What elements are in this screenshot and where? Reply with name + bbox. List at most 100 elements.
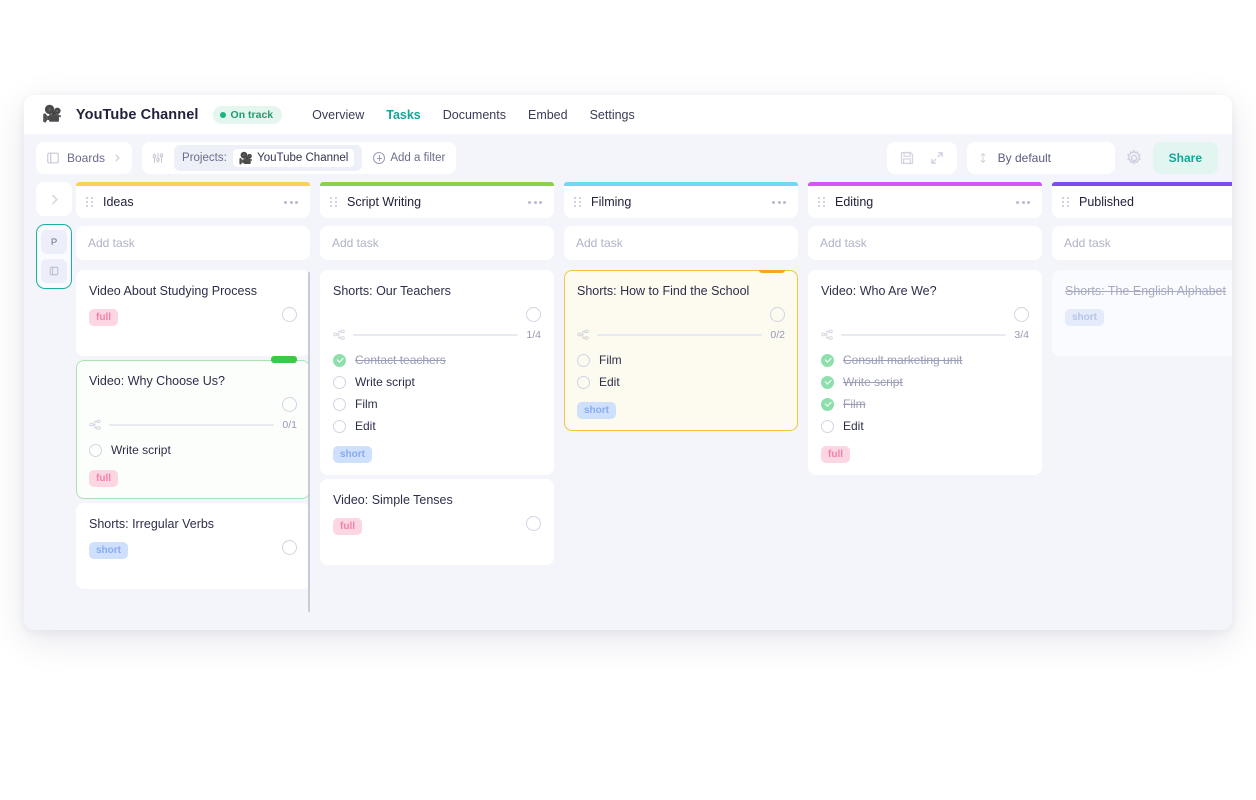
subtask-checkbox[interactable] [821,376,834,389]
subtask-list: Consult marketing unit Write script Film Ed… [821,349,1029,437]
drag-handle-icon[interactable] [1062,197,1070,208]
tag-short[interactable]: short [333,446,372,463]
drag-handle-icon[interactable] [330,197,338,208]
expand-icon[interactable] [929,150,945,166]
column-card-list: Shorts: The English Alphabetshort [1052,270,1232,630]
subtask-checkbox[interactable] [821,398,834,411]
subtask-item[interactable]: Edit [821,415,1029,437]
column-menu-button[interactable] [770,197,788,208]
rail-expand-button[interactable] [36,182,72,216]
tag-full[interactable]: full [89,470,118,487]
add-task-input[interactable]: Add task [808,226,1042,260]
subtask-item[interactable]: Film [333,393,541,415]
tab-embed[interactable]: Embed [528,106,568,124]
rail-avatar-p[interactable]: P [41,230,67,254]
column-header: Editing [808,186,1042,218]
subtask-checkbox[interactable] [577,376,590,389]
task-complete-checkbox[interactable] [282,307,297,322]
add-task-input[interactable]: Add task [564,226,798,260]
tag-full[interactable]: full [89,309,118,326]
subtask-item[interactable]: Edit [577,371,785,393]
task-complete-checkbox[interactable] [1014,307,1029,322]
add-task-input[interactable]: Add task [1052,226,1232,260]
task-card[interactable]: Video: Who Are We?3/4Consult marketing u… [808,270,1042,475]
task-card[interactable]: Video: Why Choose Us?0/1Write scriptfull [76,360,310,499]
plus-circle-icon [373,152,385,164]
task-card[interactable]: Shorts: Irregular Verbsshort [76,503,310,589]
subtask-checkbox[interactable] [333,354,346,367]
task-card-title: Shorts: Our Teachers [333,283,541,300]
task-complete-checkbox[interactable] [526,516,541,531]
task-complete-checkbox[interactable] [770,307,785,322]
task-complete-checkbox[interactable] [282,397,297,412]
subtask-item[interactable]: Write script [821,371,1029,393]
tag-short[interactable]: short [577,402,616,419]
subtask-checkbox[interactable] [333,420,346,433]
subtask-item[interactable]: Write script [333,371,541,393]
subtask-item[interactable]: Film [821,393,1029,415]
drag-handle-icon[interactable] [818,197,826,208]
tab-documents[interactable]: Documents [443,106,506,124]
subtask-checkbox[interactable] [821,420,834,433]
subtasks-icon [333,329,345,341]
projects-filter-value-label: YouTube Channel [257,152,348,164]
add-task-input[interactable]: Add task [320,226,554,260]
subtask-item[interactable]: Contact teachers [333,349,541,371]
subtask-item[interactable]: Consult marketing unit [821,349,1029,371]
card-peek-indicator [759,270,785,273]
main-nav: Overview Tasks Documents Embed Settings [312,106,635,124]
task-complete-checkbox[interactable] [526,307,541,322]
tag-short[interactable]: short [1065,309,1104,326]
save-icon[interactable] [899,150,915,166]
filter-sliders-icon[interactable] [151,151,165,165]
share-button[interactable]: Share [1153,142,1218,174]
subtask-item[interactable]: Edit [333,415,541,437]
tag-list: full [89,309,297,326]
task-card[interactable]: Video About Studying Processfull [76,270,310,356]
subtask-checkbox[interactable] [333,398,346,411]
task-card[interactable]: Shorts: How to Find the School0/2FilmEdi… [564,270,798,431]
column-title: Filming [591,195,761,209]
tab-tasks[interactable]: Tasks [386,106,421,124]
tag-list: short [577,402,785,419]
task-card[interactable]: Video: Simple Tensesfull [320,479,554,565]
column-header: Script Writing [320,186,554,218]
subtask-checkbox[interactable] [333,376,346,389]
add-task-input[interactable]: Add task [76,226,310,260]
tag-list: full [821,446,1029,463]
subtask-checkbox[interactable] [89,444,102,457]
tab-overview[interactable]: Overview [312,106,364,124]
subtask-checkbox[interactable] [821,354,834,367]
task-card[interactable]: Shorts: The English Alphabetshort [1052,270,1232,356]
subtask-checkbox[interactable] [577,354,590,367]
projects-filter-chip[interactable]: Projects: 🎥 YouTube Channel [174,145,362,171]
tag-short[interactable]: short [89,542,128,559]
sort-selector[interactable]: By default [967,142,1115,174]
tag-full[interactable]: full [333,518,362,535]
column-menu-button[interactable] [526,197,544,208]
gear-icon[interactable] [1125,149,1143,167]
boards-button[interactable]: Boards [36,142,132,174]
task-complete-checkbox[interactable] [282,540,297,555]
drag-handle-icon[interactable] [86,197,94,208]
page-title: YouTube Channel [76,107,199,123]
subtask-label: Contact teachers [355,353,446,367]
boards-label: Boards [67,151,105,165]
rail-board-icon[interactable] [41,259,67,283]
subtask-label: Write script [843,375,903,389]
subtask-item[interactable]: Film [577,349,785,371]
subtask-label: Edit [843,419,864,433]
column-menu-button[interactable] [1014,197,1032,208]
app-header: 🎥 YouTube Channel On track OverviewTasks… [24,95,1232,134]
column-scrollbar[interactable] [308,272,311,612]
column-filming: Filming Add task Shorts: How to Find the S… [564,182,798,630]
subtask-item[interactable]: Write script [89,439,297,461]
subtask-list: Contact teachers Write script FilmEdit [333,349,541,437]
tab-settings[interactable]: Settings [590,106,635,124]
task-card[interactable]: Shorts: Our Teachers1/4Contact teachersW… [320,270,554,475]
subtask-label: Write script [355,375,415,389]
add-filter-button[interactable]: Add a filter [371,152,447,164]
drag-handle-icon[interactable] [574,197,582,208]
column-menu-button[interactable] [282,197,300,208]
tag-full[interactable]: full [821,446,850,463]
